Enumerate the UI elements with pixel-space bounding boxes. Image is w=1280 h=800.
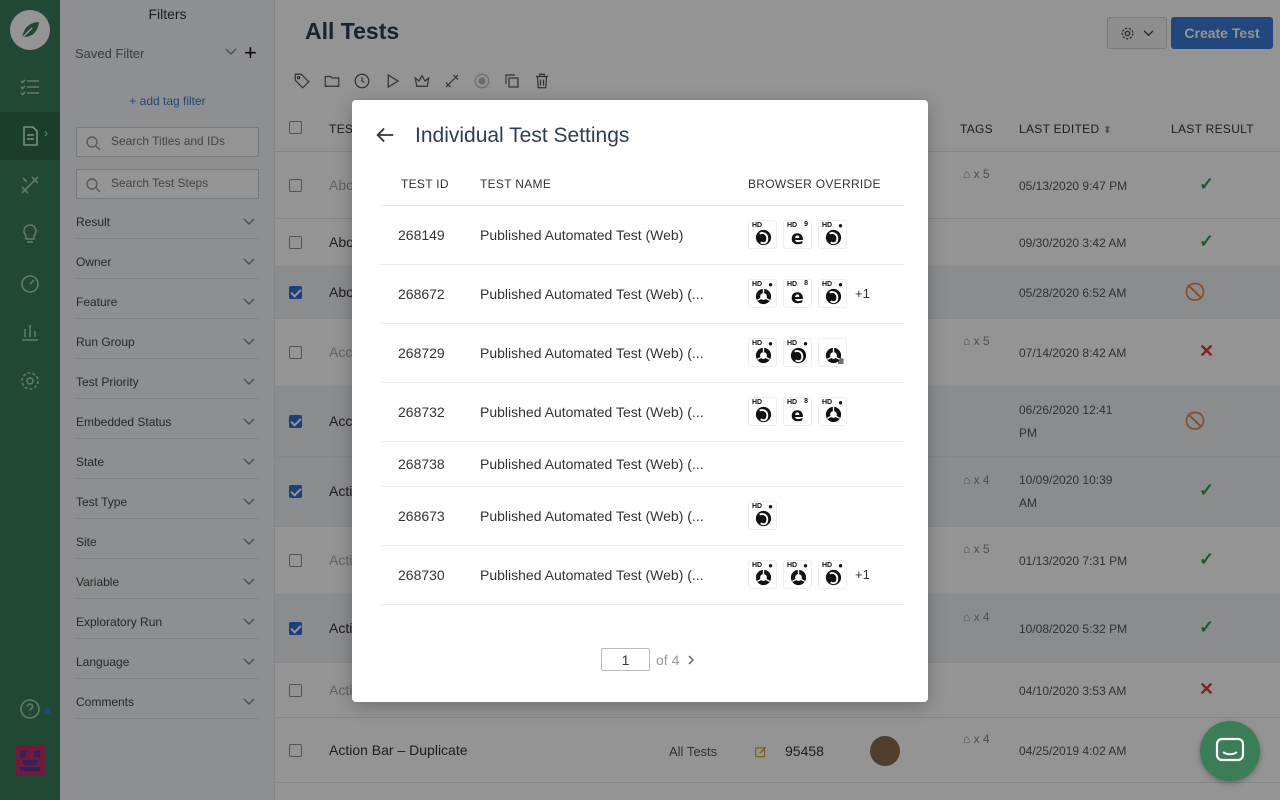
browser-version: 8 <box>804 398 808 405</box>
settings-row[interactable]: 268149 Published Automated Test (Web) HD HD… <box>380 205 904 264</box>
settings-row[interactable]: 268673 Published Automated Test (Web) (..… <box>380 486 904 545</box>
browser-chrome-mac-icon[interactable]: HD ● <box>818 397 847 426</box>
pagination: of 4 <box>601 648 697 671</box>
browser-ie-icon[interactable]: HD 8 e <box>783 397 812 426</box>
browser-version: 8 <box>804 280 808 287</box>
test-name: Published Automated Test (Web) (... <box>480 345 704 361</box>
browser-override-list: HD ● HD 8 e HD ● +1 <box>748 279 870 308</box>
browser-firefox-mac-icon[interactable]: HD ● <box>748 501 777 530</box>
test-name: Published Automated Test (Web) (... <box>480 508 704 524</box>
chat-icon <box>1215 737 1245 762</box>
browser-chrome-mac-icon[interactable]: HD ● <box>748 560 777 589</box>
browser-firefox-icon[interactable]: HD <box>748 220 777 249</box>
modal-title: Individual Test Settings <box>415 124 630 147</box>
test-id: 268732 <box>398 404 445 420</box>
col-test-name-header: TEST NAME <box>480 177 552 191</box>
settings-row[interactable]: 268738 Published Automated Test (Web) (..… <box>380 441 904 486</box>
browser-chrome-mac-icon[interactable]: HD ● <box>783 560 812 589</box>
test-id: 268672 <box>398 286 445 302</box>
browser-override-list: HD HD 8 e HD ● <box>748 397 847 426</box>
browser-version: 9 <box>804 221 808 228</box>
browser-firefox-icon[interactable]: HD <box>748 397 777 426</box>
browser-override-list: HD HD 9 e HD ● <box>748 220 847 249</box>
individual-test-settings-modal: Individual Test Settings TEST ID TEST NA… <box>352 100 928 702</box>
browser-ie-icon[interactable]: HD 8 e <box>783 279 812 308</box>
browser-firefox-mac-icon[interactable]: HD ● <box>818 560 847 589</box>
test-name: Published Automated Test (Web) (... <box>480 286 704 302</box>
more-browsers-count[interactable]: +1 <box>855 567 870 582</box>
settings-row[interactable]: 268730 Published Automated Test (Web) (..… <box>380 545 904 604</box>
browser-chrome-mac-icon[interactable]: HD ● <box>748 279 777 308</box>
col-test-id-header: TEST ID <box>401 177 449 191</box>
test-id: 268673 <box>398 508 445 524</box>
chat-launcher-button[interactable] <box>1200 721 1260 781</box>
page-count: of 4 <box>656 651 680 668</box>
browser-firefox-mac-icon[interactable]: HD ● <box>818 279 847 308</box>
browser-firefox-mac-icon[interactable]: HD ● <box>783 338 812 367</box>
browser-override-list: HD ● <box>748 501 777 530</box>
test-name: Published Automated Test (Web) (... <box>480 456 704 472</box>
col-browser-override-header: BROWSER OVERRIDE <box>748 177 881 191</box>
test-name: Published Automated Test (Web) (... <box>480 404 704 420</box>
next-page-icon[interactable] <box>685 654 697 666</box>
test-id: 268149 <box>398 227 445 243</box>
svg-text:e: e <box>791 228 804 247</box>
test-id: 268729 <box>398 345 445 361</box>
test-id: 268730 <box>398 567 445 583</box>
more-browsers-count[interactable]: +1 <box>855 286 870 301</box>
page-number-input[interactable] <box>601 648 650 671</box>
test-name: Published Automated Test (Web) (... <box>480 567 704 583</box>
browser-chrome-win-icon[interactable]: ▦ <box>818 338 847 367</box>
browser-firefox-mac-icon[interactable]: HD ● <box>818 220 847 249</box>
back-arrow-icon[interactable] <box>374 124 396 146</box>
browser-override-list: HD ● HD ● HD ● +1 <box>748 560 870 589</box>
settings-row[interactable]: 268672 Published Automated Test (Web) (..… <box>380 264 904 323</box>
browser-chrome-mac-icon[interactable]: HD ● <box>748 338 777 367</box>
svg-text:e: e <box>791 287 804 306</box>
test-name: Published Automated Test (Web) <box>480 227 684 243</box>
browser-ie-icon[interactable]: HD 9 e <box>783 220 812 249</box>
svg-text:e: e <box>791 405 804 424</box>
settings-row[interactable]: 268729 Published Automated Test (Web) (..… <box>380 323 904 382</box>
test-id: 268738 <box>398 456 445 472</box>
browser-override-list: HD ● HD ● ▦ <box>748 338 847 367</box>
table-bottom-divider <box>380 604 904 605</box>
settings-row[interactable]: 268732 Published Automated Test (Web) (..… <box>380 382 904 441</box>
